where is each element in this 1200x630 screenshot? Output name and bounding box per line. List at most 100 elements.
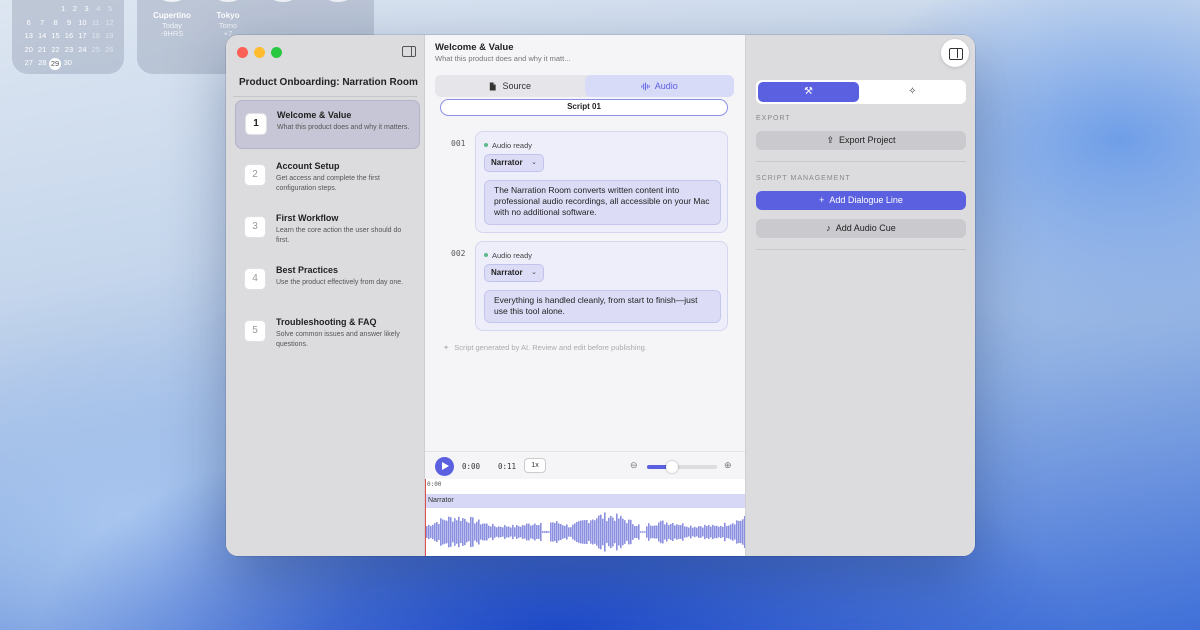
calendar-day: 7 (40, 17, 45, 27)
timeline[interactable]: 0:00 Narrator (425, 479, 745, 556)
dialogue-line-card[interactable]: Audio ready Narrator ⌄ The Narration Room c… (475, 131, 728, 233)
sidebar-step[interactable]: 3 First Workflow Learn the core action the… (235, 204, 420, 253)
calendar-week: 27 28 29 30 (22, 58, 116, 72)
zoom-slider[interactable] (647, 461, 717, 473)
calendar-day: 10 (78, 17, 87, 27)
close-window-button[interactable] (237, 47, 248, 58)
waveform-bar (574, 523, 576, 541)
calendar-day: 23 (64, 44, 74, 54)
waveform-bar (722, 526, 724, 538)
waveform-bar (632, 524, 634, 540)
waveform-bar (578, 521, 580, 543)
speed-button[interactable]: 1x (524, 458, 546, 473)
tab-audio[interactable]: Audio (584, 75, 734, 97)
calendar-day: 30 (63, 58, 72, 67)
inspector-toggle-icon[interactable] (941, 39, 969, 67)
waveform-bar (476, 521, 478, 543)
calendar-week: 20 21 22 23 24 25 26 (22, 45, 116, 59)
divider (756, 249, 966, 250)
waveform-bar (436, 521, 438, 543)
step-title: Account Setup (276, 161, 340, 171)
line-number: 002 (451, 249, 466, 258)
waveform-bar (678, 525, 680, 539)
line-text-field[interactable]: Everything is handled cleanly, from star… (484, 290, 721, 323)
waveform-bar (452, 521, 454, 543)
waveform-bar (668, 525, 670, 539)
status-text: Audio ready (492, 141, 533, 150)
sidebar-toggle-icon[interactable] (402, 46, 416, 57)
sparkle-icon[interactable]: ✧ (861, 82, 964, 102)
dialogue-line-card[interactable]: Audio ready Narrator ⌄ Everything is handle… (475, 241, 728, 331)
waveform-bar (622, 518, 624, 546)
app-window: Product Onboarding: Narration Room 1 Welc… (226, 35, 975, 556)
play-button[interactable] (435, 457, 454, 476)
calendar-day: 26 (105, 44, 114, 54)
waveform-bar (734, 524, 736, 540)
waveform-bar (450, 517, 452, 547)
waveform-bar (684, 526, 686, 538)
sidebar-step[interactable]: 5 Troubleshooting & FAQ Solve common issue… (235, 308, 420, 357)
waveform-bar (458, 516, 460, 548)
line-text-field[interactable]: The Narration Room converts written cont… (484, 180, 721, 225)
waveform-bar (656, 525, 658, 539)
waveform-bar (538, 525, 540, 539)
waveform-bar (468, 522, 470, 542)
zoom-out-icon[interactable]: ⊖ (630, 460, 638, 471)
waveform-bar (718, 526, 720, 538)
minimize-window-button[interactable] (254, 47, 265, 58)
waveform-bar (484, 523, 486, 541)
waveform-bar (726, 525, 728, 539)
waveform-bar (672, 523, 674, 541)
add-audio-cue-button[interactable]: ♪ Add Audio Cue (756, 219, 966, 238)
waveform-bar (626, 523, 628, 541)
waveform-bar (580, 520, 582, 544)
waveform-bar (708, 525, 710, 539)
waveform-bar (454, 518, 456, 546)
waveform-bar (470, 516, 472, 548)
zoom-window-button[interactable] (271, 47, 282, 58)
sidebar-step[interactable]: 4 Best Practices Use the product effective… (235, 256, 420, 305)
sidebar: Product Onboarding: Narration Room 1 Welc… (226, 35, 425, 556)
calendar-day (22, 4, 34, 18)
status-dot-icon (484, 143, 488, 147)
waveform-bar (706, 526, 708, 538)
clock-face (205, 0, 251, 2)
export-project-button[interactable]: ⇪ Export Project (756, 131, 966, 150)
calendar-day: 20 (24, 44, 33, 54)
step-description: Use the product effectively from day one… (276, 279, 404, 286)
sidebar-step[interactable]: 1 Welcome & Value What this product does a… (235, 100, 420, 149)
waveform-bar (680, 525, 682, 539)
waveform-bar (702, 527, 704, 537)
waveform-bar (630, 519, 632, 545)
waveform-bar (648, 523, 650, 541)
zoom-in-icon[interactable]: ⊕ (724, 460, 732, 471)
waveform-bar (426, 526, 428, 538)
clock-face (315, 0, 361, 2)
speaker-dropdown[interactable]: Narrator ⌄ (484, 154, 544, 172)
calendar-day: 15 (51, 31, 60, 40)
waveform-bar (696, 527, 698, 537)
tab-source[interactable]: Source (435, 75, 585, 97)
zoom-slider-knob[interactable] (665, 461, 678, 473)
sidebar-step[interactable]: 2 Account Setup Get access and complete th… (235, 152, 420, 201)
step-number: 4 (244, 268, 266, 290)
plus-icon: + (819, 195, 825, 205)
waveform-bar (434, 523, 436, 541)
waveform-bar (478, 519, 480, 545)
waveform-bar (432, 524, 434, 540)
step-number: 3 (244, 216, 266, 238)
waveform-bar (646, 526, 648, 538)
calendar-day: 11 (91, 17, 100, 27)
waveform-bar (492, 523, 494, 541)
waveform-bar (488, 525, 490, 539)
waveform-bar (528, 523, 530, 541)
waveform-bar (660, 520, 662, 544)
waveform-bar (642, 531, 644, 533)
speaker-dropdown[interactable]: Narrator ⌄ (484, 264, 544, 282)
playhead[interactable] (425, 479, 426, 556)
tools-icon[interactable]: ⚒ (758, 82, 859, 102)
waveform-bar (694, 526, 696, 538)
step-description: Learn the core action the user should do… (276, 227, 402, 244)
add-dialogue-line-button[interactable]: + Add Dialogue Line (756, 191, 966, 210)
script-selector[interactable]: Script 01 (440, 99, 728, 116)
